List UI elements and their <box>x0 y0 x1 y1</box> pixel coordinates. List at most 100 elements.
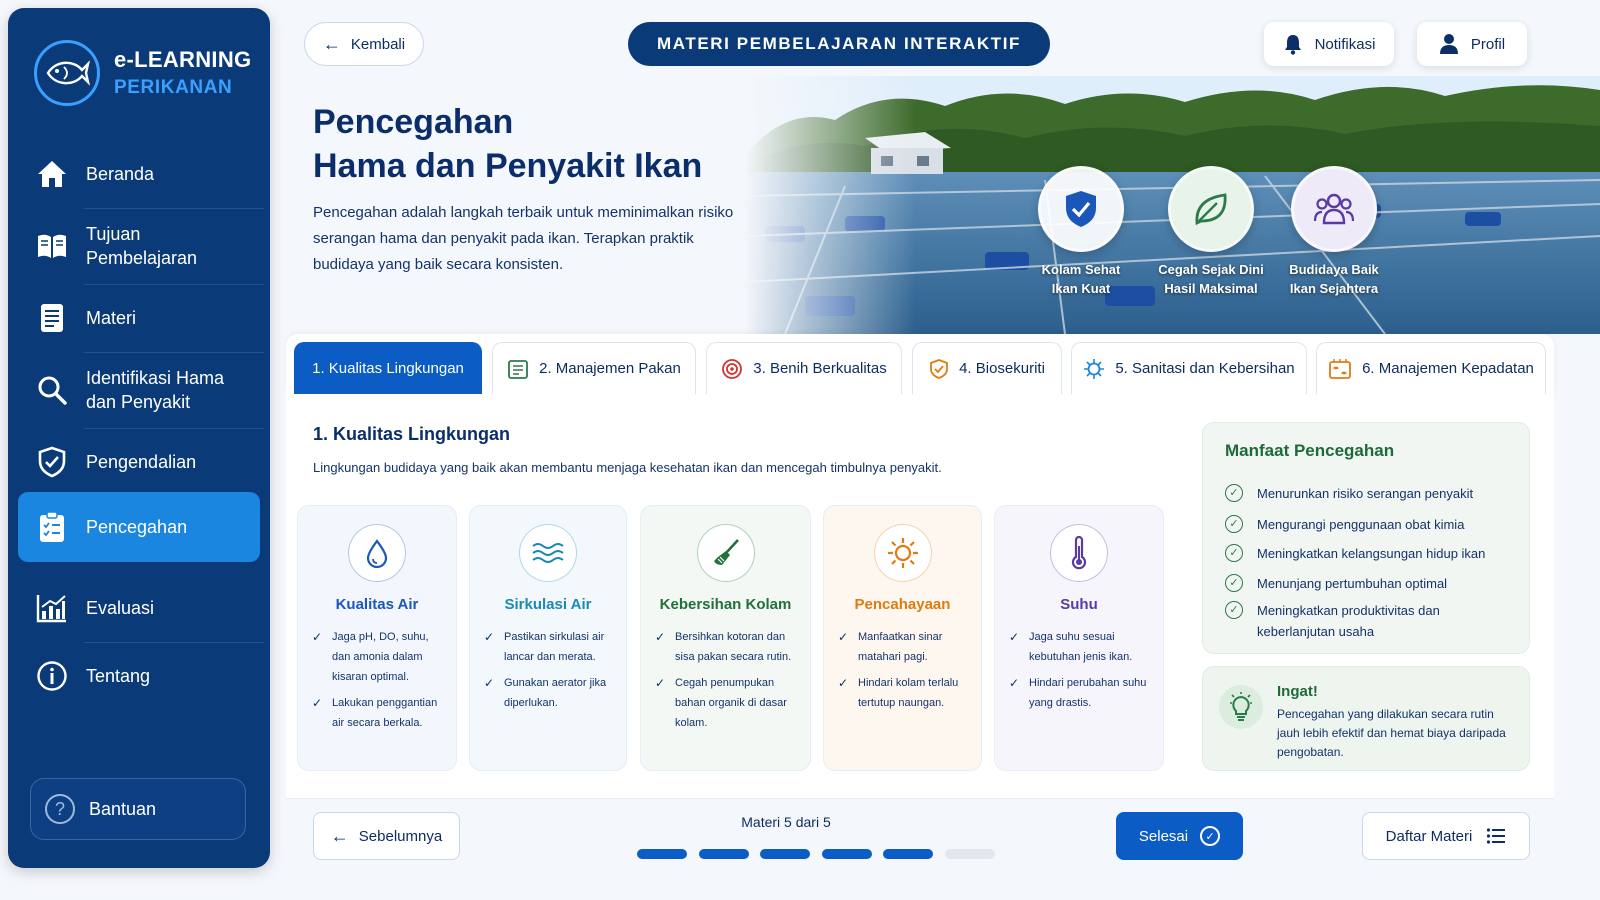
card-title: Suhu <box>1060 596 1098 613</box>
reminder-text: Pencegahan yang dilakukan secara rutin j… <box>1277 707 1506 759</box>
search-icon <box>34 372 70 408</box>
sidebar-item-tentang[interactable]: Tentang <box>18 648 260 704</box>
progress-dot <box>698 849 749 859</box>
fish-logo-icon <box>34 40 100 106</box>
sidebar: e-LEARNING PERIKANAN Beranda Tujuan Pemb… <box>8 8 270 868</box>
page-title: Pencegahan Hama dan Penyakit Ikan <box>313 100 702 188</box>
check-circle-icon: ✓ <box>1225 574 1243 592</box>
hero-badge-budidaya-baik: Budidaya Baik Ikan Sejahtera <box>1272 166 1396 298</box>
leaf-icon <box>1168 166 1254 252</box>
benefit-item: ✓ Menurunkan risiko serangan penyakit <box>1225 483 1515 504</box>
badge-label: Budidaya Baik <box>1289 262 1379 277</box>
card-kebersihan-kolam: Kebersihan Kolam Bersihkan kotoran dan s… <box>640 505 811 771</box>
card-pencahayaan: Pencahayaan Manfaatkan sinar matahari pa… <box>823 505 982 771</box>
back-button[interactable]: ← Kembali <box>304 22 424 66</box>
material-list-button[interactable]: Daftar Materi <box>1362 812 1530 860</box>
card-points: Jaga pH, DO, suhu, dan amonia dalam kisa… <box>312 627 444 733</box>
card-point: Jaga pH, DO, suhu, dan amonia dalam kisa… <box>312 627 444 687</box>
page-title-line2: Hama dan Penyakit Ikan <box>313 147 703 185</box>
help-label: Bantuan <box>89 798 157 819</box>
finish-button[interactable]: Selesai ✓ <box>1116 812 1243 860</box>
tab-label: 1. Kualitas Lingkungan <box>312 360 464 377</box>
user-icon <box>1439 33 1459 55</box>
profile-button[interactable]: Profil <box>1417 22 1527 66</box>
card-sirkulasi-air: Sirkulasi Air Pastikan sirkulasi air lan… <box>469 505 627 771</box>
sidebar-item-pengendalian[interactable]: Pengendalian <box>18 434 260 490</box>
badge-label: Ikan Kuat <box>1051 281 1111 296</box>
tab-label: 3. Benih Berkualitas <box>753 360 887 377</box>
shield-icon <box>34 444 70 480</box>
card-point: Jaga suhu sesuai kebutuhan jenis ikan. <box>1009 627 1151 667</box>
notification-button[interactable]: Notifikasi <box>1264 22 1394 66</box>
hero-badge-cegah-dini: Cegah Sejak Dini Hasil Maksimal <box>1149 166 1273 298</box>
arrow-left-icon: ← <box>330 825 349 846</box>
check-circle-icon: ✓ <box>1225 515 1243 533</box>
bell-icon <box>1283 33 1303 55</box>
progress-dot <box>944 849 995 859</box>
fish-crowd-icon <box>1328 358 1352 380</box>
tab-biosekuriti[interactable]: 4. Biosekuriti <box>912 342 1062 394</box>
tab-benih-berkualitas[interactable]: 3. Benih Berkualitas <box>706 342 902 394</box>
notification-label: Notifikasi <box>1314 35 1376 53</box>
sidebar-item-tujuan-pembelajaran[interactable]: Tujuan Pembelajaran <box>18 214 260 278</box>
finish-label: Selesai <box>1138 827 1189 845</box>
progress-dot <box>883 849 933 859</box>
nav-divider <box>84 208 264 209</box>
sidebar-item-materi[interactable]: Materi <box>18 290 260 346</box>
fish-egg-icon <box>721 358 743 380</box>
check-circle-icon: ✓ <box>1225 544 1243 562</box>
sidebar-item-beranda[interactable]: Beranda <box>18 146 260 202</box>
card-title: Kualitas Air <box>335 596 419 613</box>
card-point: Pastikan sirkulasi air lancar dan merata… <box>484 627 614 667</box>
hero-badge-kolam-sehat: Kolam Sehat Ikan Kuat <box>1019 166 1143 298</box>
footer-divider <box>286 798 1554 799</box>
benefit-item: ✓ Menunjang pertumbuhan optimal <box>1225 573 1515 594</box>
benefit-item: ✓ Meningkatkan kelangsungan hidup ikan <box>1225 543 1515 564</box>
badge-label: Cegah Sejak Dini <box>1158 262 1264 277</box>
benefit-text: Menunjang pertumbuhan optimal <box>1257 576 1448 591</box>
reminder-title: Ingat! <box>1277 683 1318 700</box>
card-title: Sirkulasi Air <box>504 596 592 613</box>
lightbulb-icon <box>1219 685 1263 729</box>
card-points: Pastikan sirkulasi air lancar dan merata… <box>484 627 614 713</box>
book-open-icon <box>34 228 70 264</box>
card-title: Pencahayaan <box>854 596 951 613</box>
card-suhu: Suhu Jaga suhu sesuai kebutuhan jenis ik… <box>994 505 1164 771</box>
progress-label: Materi 5 dari 5 <box>741 814 831 830</box>
tab-sanitasi-kebersihan[interactable]: 5. Sanitasi dan Kebersihan <box>1071 342 1307 394</box>
benefit-item: ✓ Mengurangi penggunaan obat kimia <box>1225 514 1515 535</box>
card-points: Bersihkan kotoran dan sisa pakan secara … <box>655 627 798 733</box>
previous-label: Sebelumnya <box>358 827 443 845</box>
tab-manajemen-kepadatan[interactable]: 6. Manajemen Kepadatan <box>1316 342 1546 394</box>
previous-button[interactable]: ← Sebelumnya <box>313 812 460 860</box>
sidebar-item-label: Identifikasi Hama dan Penyakit <box>86 368 225 412</box>
tab-kualitas-lingkungan[interactable]: 1. Kualitas Lingkungan <box>294 342 482 394</box>
card-kualitas-air: Kualitas Air Jaga pH, DO, suhu, dan amon… <box>297 505 457 771</box>
section-title: 1. Kualitas Lingkungan <box>313 424 511 444</box>
nav-divider <box>84 428 264 429</box>
reminder-panel: Ingat! Pencegahan yang dilakukan secara … <box>1202 666 1530 771</box>
people-icon <box>1291 166 1377 252</box>
clipboard-check-icon <box>34 509 70 545</box>
tab-label: 4. Biosekuriti <box>959 360 1045 377</box>
benefit-text: Meningkatkan kelangsungan hidup ikan <box>1257 546 1486 561</box>
page-description: Pencegahan adalah langkah terbaik untuk … <box>313 204 734 273</box>
sidebar-item-evaluasi[interactable]: Evaluasi <box>18 580 260 636</box>
help-button[interactable]: ? Bantuan <box>30 778 246 840</box>
back-label: Kembali <box>350 35 406 53</box>
section-description: Lingkungan budidaya yang baik akan memba… <box>313 460 942 475</box>
card-point: Hindari perubahan suhu yang drastis. <box>1009 673 1151 713</box>
page-title-line1: Pencegahan <box>313 103 514 141</box>
sidebar-item-label: Evaluasi <box>86 598 155 618</box>
shield-icon <box>929 358 949 380</box>
app-logo[interactable]: e-LEARNING PERIKANAN <box>34 40 251 106</box>
sidebar-item-identifikasi[interactable]: Identifikasi Hama dan Penyakit <box>18 358 260 422</box>
thermometer-icon <box>1050 524 1108 582</box>
nav-divider <box>84 352 264 353</box>
material-list-label: Daftar Materi <box>1385 827 1473 845</box>
benefit-item: ✓ Meningkatkan produktivitas dan keberlan… <box>1225 600 1515 642</box>
shield-check-icon <box>1038 166 1124 252</box>
tab-manajemen-pakan[interactable]: 2. Manajemen Pakan <box>492 342 696 394</box>
sidebar-item-pencegahan[interactable]: Pencegahan <box>18 492 260 562</box>
check-circle-icon: ✓ <box>1225 601 1243 619</box>
